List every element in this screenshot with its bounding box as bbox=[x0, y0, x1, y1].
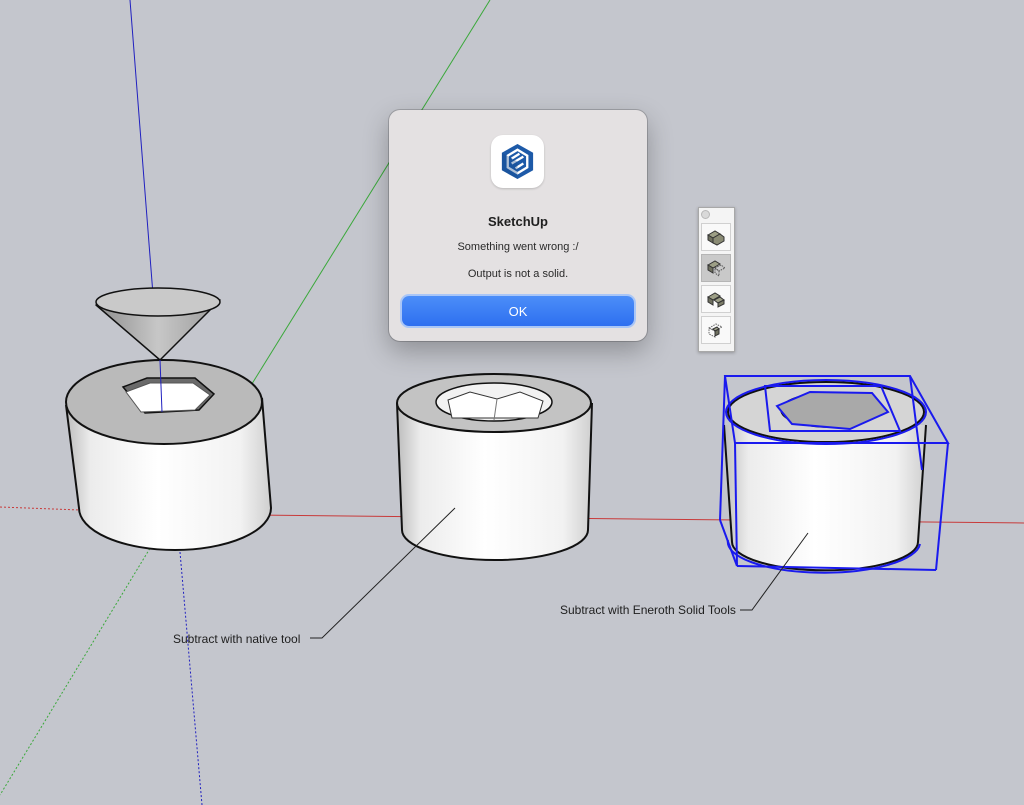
dialog-title: SketchUp bbox=[488, 214, 548, 229]
native-subtract-result[interactable] bbox=[396, 373, 593, 561]
red-axis-negative bbox=[0, 506, 81, 511]
annotation-native-tool: Subtract with native tool bbox=[173, 632, 301, 646]
dialog-detail: Output is not a solid. bbox=[467, 268, 569, 280]
sketchup-logo-icon bbox=[501, 143, 534, 180]
blue-axis-negative bbox=[179, 551, 203, 805]
ok-button[interactable]: OK bbox=[402, 296, 634, 326]
cylinder-with-hex-hole[interactable] bbox=[65, 359, 272, 551]
solid-tools-toolbar bbox=[698, 207, 735, 352]
intersect-tool-icon bbox=[707, 323, 724, 338]
union-tool-icon bbox=[707, 230, 725, 246]
trim-tool-icon bbox=[707, 292, 725, 308]
dialog-message: Something went wrong :/ bbox=[457, 241, 579, 253]
subtract-tool-button[interactable] bbox=[701, 254, 731, 282]
green-axis-negative bbox=[0, 544, 153, 796]
toolbar-close-icon[interactable] bbox=[701, 210, 710, 219]
trim-tool-button[interactable] bbox=[701, 285, 731, 313]
sketchup-logo-icon bbox=[491, 135, 544, 188]
error-dialog: SketchUp Something went wrong :/ Output … bbox=[389, 110, 647, 341]
intersect-tool-button[interactable] bbox=[701, 316, 731, 344]
eneroth-subtract-result[interactable] bbox=[719, 375, 950, 574]
subtract-tool-icon bbox=[707, 260, 726, 277]
union-tool-button[interactable] bbox=[701, 223, 731, 251]
annotation-eneroth-tool: Subtract with Eneroth Solid Tools bbox=[560, 603, 736, 617]
